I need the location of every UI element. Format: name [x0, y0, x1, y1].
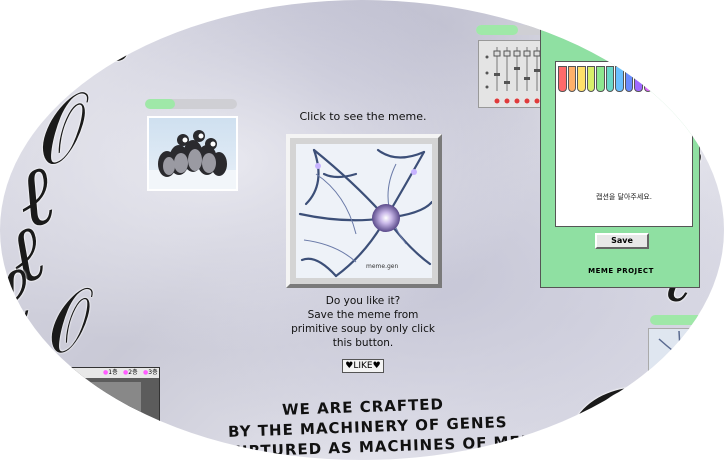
color-swatch[interactable]: [681, 66, 690, 92]
project-label: MEME PROJECT: [588, 267, 654, 275]
color-swatch[interactable]: [586, 66, 595, 92]
color-swatch[interactable]: [615, 66, 624, 92]
color-swatch[interactable]: [605, 66, 614, 92]
color-swatch[interactable]: [662, 66, 671, 92]
floor-window-titlebar: ●1층 ●2층 ●3층: [41, 368, 159, 378]
caption-title-field[interactable]: Funny: [555, 21, 695, 33]
like-button[interactable]: ♥LIKE♥: [342, 359, 384, 373]
meme-watermark: meme.gen: [366, 263, 398, 270]
mixer-progress-fill: [476, 25, 518, 35]
meme-button[interactable]: meme.gen: [286, 134, 442, 288]
neuron-image: meme.gen: [296, 144, 432, 278]
caption-window: Funny 캡션을 달아주세요. Save MEME PROJECT: [540, 10, 700, 288]
lower-right-progress-fill: [650, 315, 704, 325]
floor-tab-1[interactable]: ●1층: [103, 368, 118, 378]
floor-tab-3[interactable]: ●3층: [143, 368, 158, 378]
color-swatch[interactable]: [653, 66, 662, 92]
color-swatch[interactable]: [672, 66, 681, 92]
floor-tab-2[interactable]: ●2층: [123, 368, 138, 378]
color-swatch[interactable]: [624, 66, 633, 92]
penguin-image: [149, 130, 236, 189]
question-line1: Do you like it?: [325, 295, 401, 307]
meme-prompt: Click to see the meme.: [299, 110, 427, 123]
floor-window: ●1층 ●2층 ●3층: [40, 367, 160, 449]
caption-canvas[interactable]: 캡션을 달아주세요.: [555, 61, 693, 227]
penguin-progress-bar: [145, 99, 237, 109]
lower-right-thumbnail[interactable]: [648, 328, 710, 386]
decorative-swirl-right: 𝒪: [562, 362, 627, 460]
color-swatch[interactable]: [643, 66, 652, 92]
color-swatch[interactable]: [634, 66, 643, 92]
question-line4: this button.: [332, 337, 394, 349]
caption-title-text: Funny: [558, 24, 577, 31]
palette-row: [558, 66, 690, 92]
color-swatch[interactable]: [596, 66, 605, 92]
question-line2: Save the meme from: [307, 309, 419, 321]
floor-window-content: [61, 382, 141, 442]
decorative-swirl-left: 𝒪: [26, 276, 100, 374]
lower-right-progress-bar: [650, 315, 710, 325]
penguin-progress-fill: [145, 99, 176, 109]
mixer-panel: [478, 40, 546, 108]
penguin-thumbnail[interactable]: [147, 116, 238, 191]
background-stage: ℓ ℓ 𝒪 ℓ ℓ ℓ 𝒪 ℓ ℓ 𝒪: [0, 0, 724, 460]
decorative-swirl-left: ℓ: [84, 0, 141, 81]
caption-placeholder: 캡션을 달아주세요.: [596, 193, 652, 201]
mixer-progress-bar: [476, 25, 546, 35]
color-swatch[interactable]: [577, 66, 586, 92]
color-swatch[interactable]: [558, 66, 567, 92]
question-line3: primitive soup by only click: [291, 323, 435, 335]
color-swatch[interactable]: [567, 66, 576, 92]
save-button[interactable]: Save: [595, 233, 649, 249]
